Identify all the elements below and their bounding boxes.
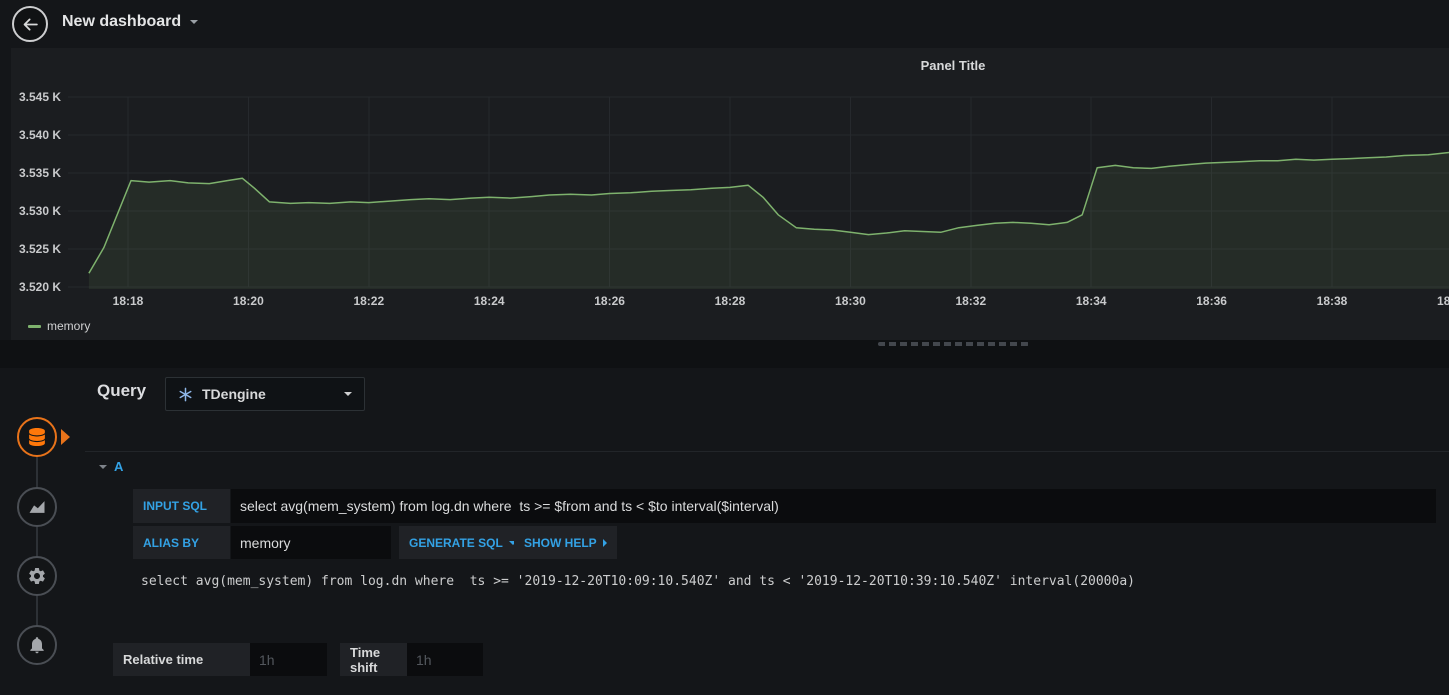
legend-series-marker <box>28 324 41 328</box>
svg-text:18:18: 18:18 <box>113 294 144 308</box>
legend-item-memory[interactable]: memory <box>28 319 90 333</box>
svg-text:18:20: 18:20 <box>233 294 264 308</box>
svg-text:3.535 K: 3.535 K <box>19 166 61 180</box>
query-section-title: Query <box>97 381 147 400</box>
legend: memory <box>28 319 90 333</box>
svg-text:3.525 K: 3.525 K <box>19 242 61 256</box>
time-shift-field[interactable] <box>407 643 483 676</box>
input-sql-label: INPUT SQL <box>133 489 230 523</box>
graph-icon <box>27 497 47 517</box>
dashboard-gap <box>0 340 1449 368</box>
query-ref-id: A <box>114 459 124 474</box>
datasource-name: TDengine <box>202 386 266 402</box>
divider <box>85 451 1449 452</box>
svg-text:18:38: 18:38 <box>1317 294 1348 308</box>
arrow-left-icon <box>22 16 39 33</box>
svg-text:3.545 K: 3.545 K <box>19 90 61 104</box>
svg-text:18:40: 18:40 <box>1437 294 1449 308</box>
svg-text:18:22: 18:22 <box>353 294 384 308</box>
horizontal-scrollbar-thumb[interactable] <box>878 342 1029 346</box>
tab-alert[interactable] <box>17 625 57 665</box>
grafana-panel-edit-screen: New dashboard 3.520 K 3.525 K 3.530 K 3.535… <box>0 0 1449 695</box>
gear-icon <box>27 566 47 586</box>
tab-general[interactable] <box>17 556 57 596</box>
input-sql-field[interactable] <box>231 489 1436 523</box>
show-help-button[interactable]: SHOW HELP <box>514 526 617 559</box>
back-button[interactable] <box>12 6 48 42</box>
svg-text:3.540 K: 3.540 K <box>19 128 61 142</box>
chevron-down-icon <box>344 392 352 396</box>
datasource-picker[interactable]: TDengine <box>165 377 365 411</box>
show-help-label: SHOW HELP <box>524 535 597 550</box>
time-shift-label: Time shift <box>340 643 407 676</box>
svg-text:18:26: 18:26 <box>594 294 625 308</box>
chevron-down-icon <box>190 20 199 24</box>
svg-text:18:30: 18:30 <box>835 294 866 308</box>
tdengine-logo-icon <box>178 387 193 402</box>
collapse-caret-icon <box>99 464 107 469</box>
dashboard-title: New dashboard <box>62 13 182 30</box>
generate-sql-label: GENERATE SQL <box>409 535 503 550</box>
tab-queries[interactable] <box>17 417 57 457</box>
relative-time-label: Relative time <box>113 643 250 676</box>
svg-text:18:36: 18:36 <box>1196 294 1227 308</box>
svg-text:18:32: 18:32 <box>955 294 986 308</box>
legend-label: memory <box>47 319 91 333</box>
svg-text:3.520 K: 3.520 K <box>19 280 61 294</box>
svg-text:18:28: 18:28 <box>715 294 746 308</box>
time-series-chart[interactable]: 3.520 K 3.525 K 3.530 K 3.535 K 3.540 K 3.545… <box>11 48 1449 340</box>
panel-title[interactable]: Panel Title <box>921 58 986 73</box>
chevron-right-icon <box>602 538 607 547</box>
query-row-a-collapse[interactable]: A <box>99 459 123 474</box>
svg-text:18:24: 18:24 <box>474 294 505 308</box>
relative-time-field[interactable] <box>250 643 327 676</box>
edit-tabs-rail-line <box>36 437 38 645</box>
svg-text:18:34: 18:34 <box>1076 294 1107 308</box>
svg-text:3.530 K: 3.530 K <box>19 204 61 218</box>
alias-by-label: ALIAS BY <box>133 526 230 559</box>
generated-sql-preview: select avg(mem_system) from log.dn where… <box>141 574 1135 589</box>
active-tab-arrow-icon <box>61 429 70 445</box>
dashboard-title-dropdown[interactable]: New dashboard <box>62 13 199 31</box>
generate-sql-button[interactable]: GENERATE SQL <box>399 526 527 559</box>
tab-visualization[interactable] <box>17 487 57 527</box>
database-icon <box>29 428 45 446</box>
graph-panel: 3.520 K 3.525 K 3.530 K 3.535 K 3.540 K 3.545… <box>11 48 1449 340</box>
alias-by-field[interactable] <box>231 526 391 559</box>
bell-icon <box>27 635 47 655</box>
